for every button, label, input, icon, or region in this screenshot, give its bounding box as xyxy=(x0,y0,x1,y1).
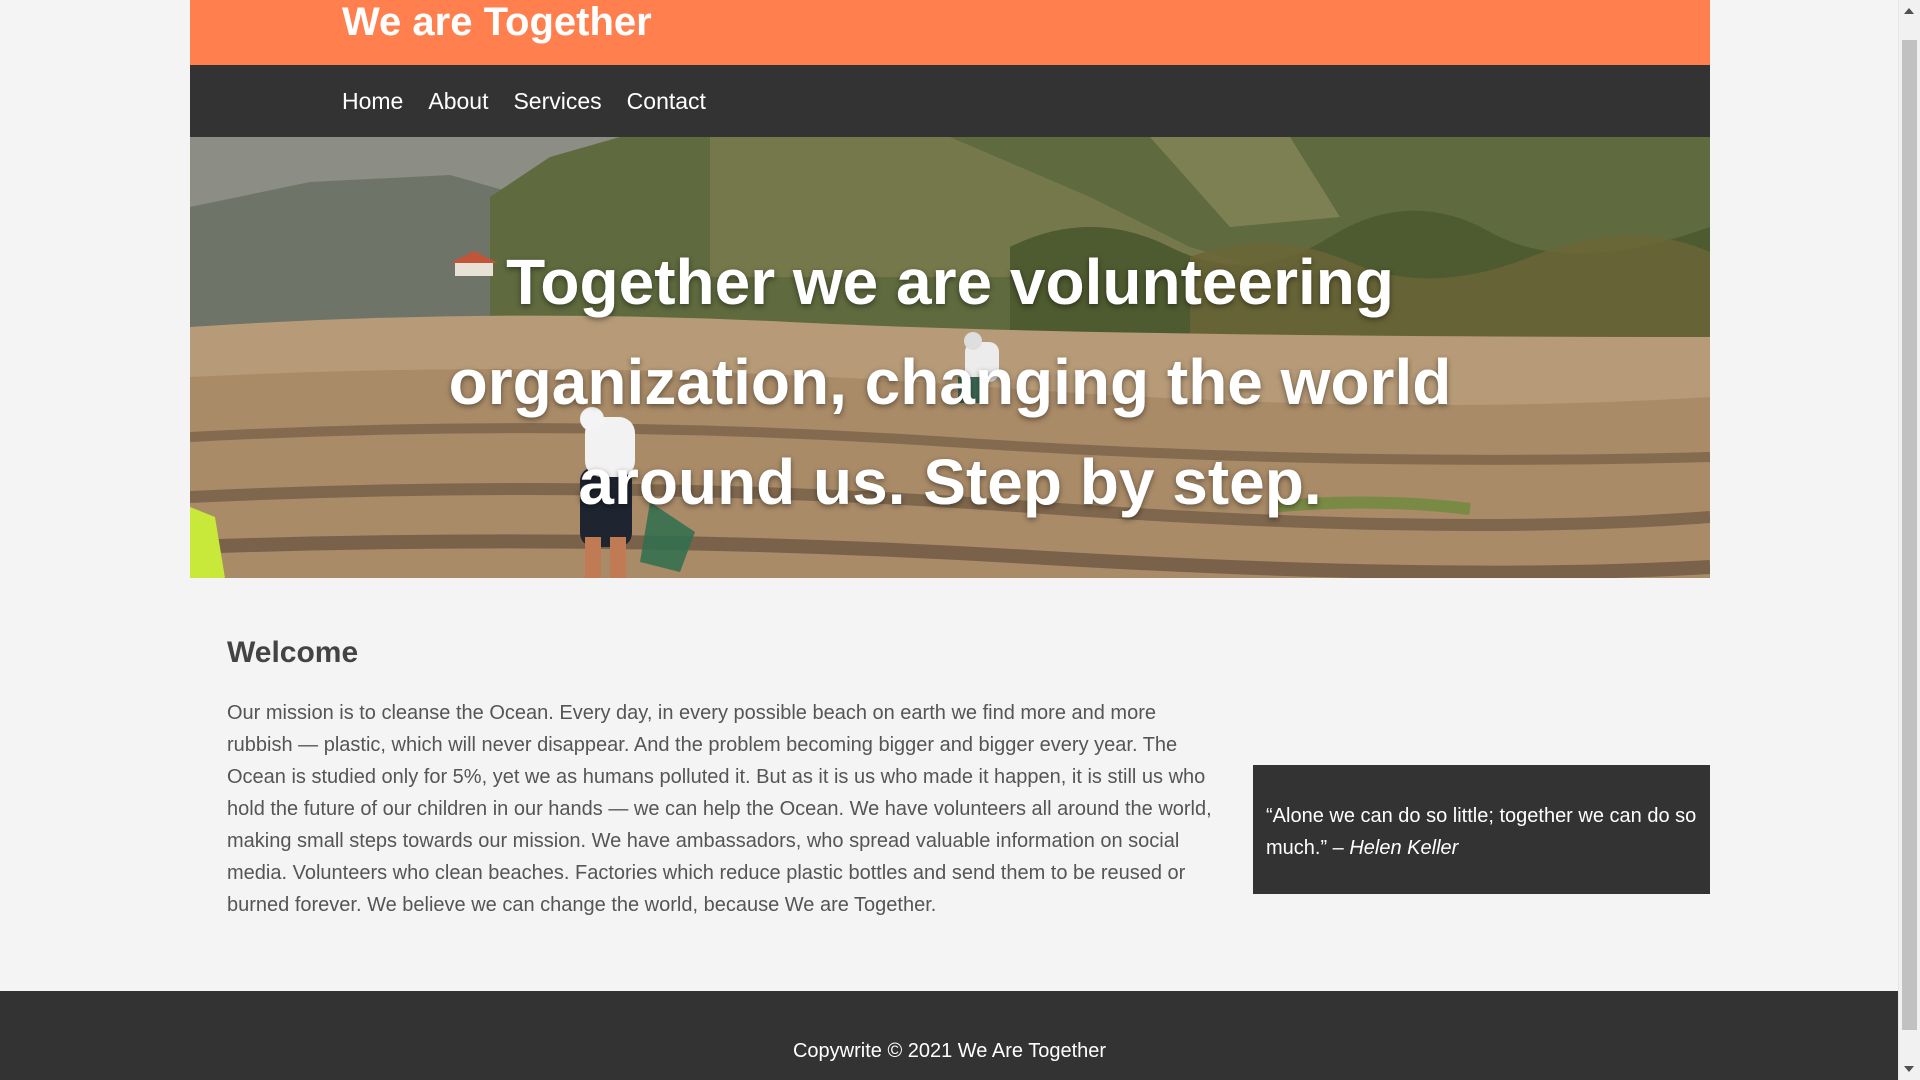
nav-item-services: Services xyxy=(513,88,601,115)
hero-banner: Together we are volunteering organizatio… xyxy=(190,137,1710,578)
scroll-down-arrow-icon[interactable] xyxy=(1904,1066,1914,1072)
scrollbar-thumb[interactable] xyxy=(1902,40,1917,1030)
page: We are Together Home About Services Cont… xyxy=(0,0,1920,1080)
quote-author: Helen Keller xyxy=(1349,837,1459,859)
quote-box: “Alone we can do so little; together we … xyxy=(1253,765,1710,894)
scroll-up-arrow-icon[interactable] xyxy=(1904,8,1914,14)
footer-copyright: Copywrite © 2021 We Are Together xyxy=(792,1040,1107,1062)
nav-link-services[interactable]: Services xyxy=(513,88,601,114)
nav-item-home: Home xyxy=(342,88,403,115)
welcome-title: Welcome xyxy=(227,636,359,669)
site-header: We are Together xyxy=(190,0,1710,65)
hero-headline: Together we are volunteering organizatio… xyxy=(448,246,1452,518)
nav-item-contact: Contact xyxy=(627,88,706,115)
nav-link-home[interactable]: Home xyxy=(342,88,403,114)
site-title: We are Together xyxy=(342,0,652,44)
vertical-scrollbar[interactable] xyxy=(1898,0,1920,1080)
nav-item-about: About xyxy=(428,88,488,115)
nav-link-about[interactable]: About xyxy=(428,88,488,114)
main-nav: Home About Services Contact xyxy=(190,65,1710,137)
nav-list: Home About Services Contact xyxy=(342,65,731,137)
welcome-text: Our mission is to cleanse the Ocean. Eve… xyxy=(227,702,1212,916)
site-footer: Copywrite © 2021 We Are Together xyxy=(0,991,1899,1080)
nav-link-contact[interactable]: Contact xyxy=(627,88,706,114)
quote-text: “Alone we can do so little; together we … xyxy=(1266,805,1697,859)
